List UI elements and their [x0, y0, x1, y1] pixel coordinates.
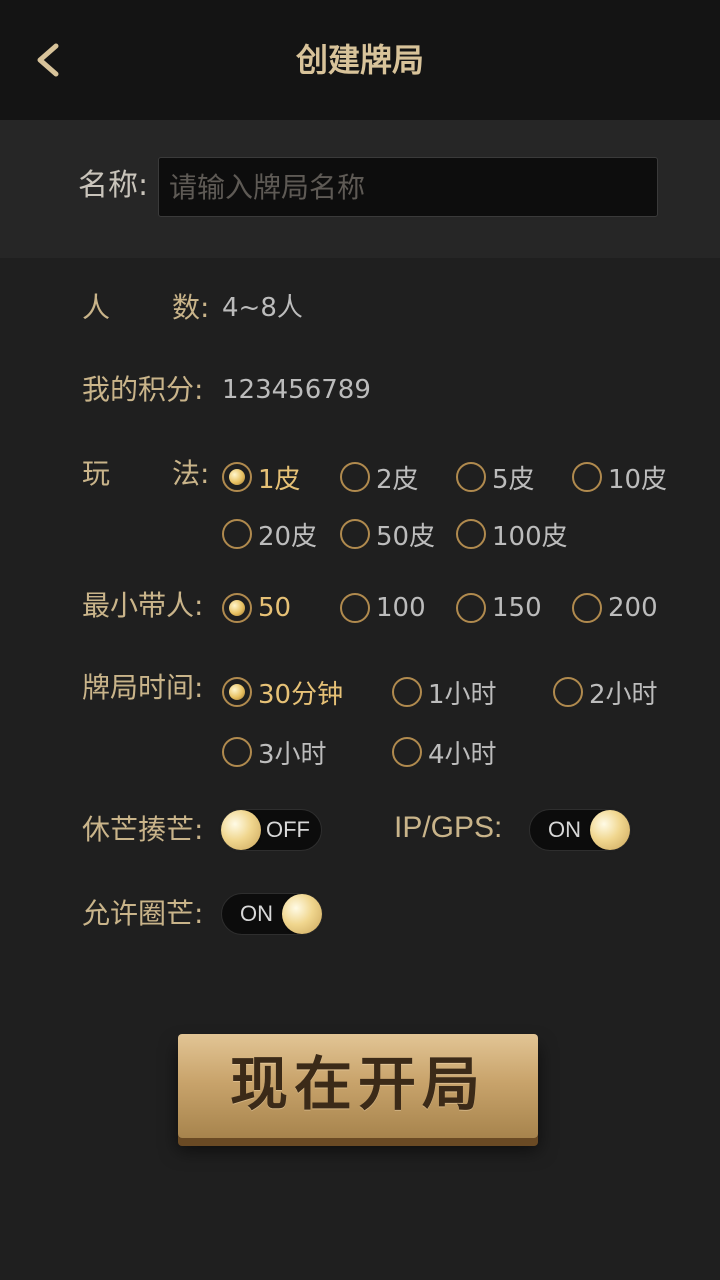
min-carry-option[interactable]: 200	[572, 588, 658, 628]
toggle-knob	[590, 810, 630, 850]
radio-selected-icon	[222, 462, 252, 492]
play-option[interactable]: 20皮	[222, 514, 317, 554]
play-option-label: 1皮	[258, 464, 301, 495]
duration-option[interactable]: 4小时	[392, 732, 497, 772]
radio-icon	[572, 462, 602, 492]
duration-option[interactable]: 3小时	[222, 732, 327, 772]
duration-option[interactable]: 1小时	[392, 672, 497, 712]
toggle-state: OFF	[266, 817, 310, 842]
toggle-state: ON	[240, 901, 273, 926]
play-option-label: 50皮	[376, 521, 436, 552]
duration-option-label: 1小时	[428, 679, 497, 710]
toggle-knob	[221, 810, 261, 850]
min-carry-option-label: 100	[376, 593, 426, 623]
radio-selected-icon	[222, 593, 252, 623]
chevron-left-icon	[37, 43, 59, 77]
toggle-knob	[282, 894, 322, 934]
min-carry-option[interactable]: 50	[222, 588, 291, 628]
play-option-label: 2皮	[376, 464, 419, 495]
duration-option[interactable]: 2小时	[553, 672, 658, 712]
radio-icon	[553, 677, 583, 707]
play-option[interactable]: 5皮	[456, 457, 535, 497]
play-option[interactable]: 50皮	[340, 514, 435, 554]
min-carry-option-label: 50	[258, 593, 292, 623]
play-option-label: 10皮	[608, 464, 668, 495]
play-option[interactable]: 2皮	[340, 457, 419, 497]
duration-option-label: 2小时	[589, 679, 658, 710]
radio-icon	[392, 677, 422, 707]
name-label: 名称:	[78, 168, 149, 203]
play-option-label: 5皮	[492, 464, 535, 495]
radio-icon	[456, 462, 486, 492]
radio-icon	[222, 519, 252, 549]
circle-toggle-label: 允许圈芒:	[82, 897, 204, 930]
min-carry-option-label: 150	[492, 593, 542, 623]
radio-icon	[340, 462, 370, 492]
start-game-button[interactable]: 现在开局	[178, 1034, 538, 1138]
duration-option-label: 4小时	[428, 739, 497, 770]
circle-toggle[interactable]: ON	[221, 893, 323, 935]
radio-icon	[222, 737, 252, 767]
header-bar: 创建牌局	[0, 0, 720, 120]
radio-selected-icon	[222, 677, 252, 707]
min-carry-label: 最小带人:	[82, 589, 204, 622]
play-option-label: 100皮	[492, 521, 568, 552]
room-name-input[interactable]	[158, 157, 658, 217]
duration-option-label: 30分钟	[258, 679, 344, 710]
duration-option[interactable]: 30分钟	[222, 672, 343, 712]
play-label-a: 玩	[82, 457, 111, 490]
score-value: 123456789	[222, 375, 371, 405]
min-carry-option[interactable]: 100	[340, 588, 426, 628]
radio-icon	[456, 593, 486, 623]
radio-icon	[572, 593, 602, 623]
radio-icon	[456, 519, 486, 549]
rest-toggle[interactable]: OFF	[220, 809, 322, 851]
toggle-state: ON	[548, 817, 581, 842]
radio-icon	[392, 737, 422, 767]
min-carry-option[interactable]: 150	[456, 588, 542, 628]
ipgps-toggle-label: IP/GPS:	[394, 811, 503, 844]
radio-icon	[340, 519, 370, 549]
players-label-a: 人	[82, 291, 111, 324]
play-option[interactable]: 1皮	[222, 457, 301, 497]
page-title: 创建牌局	[295, 41, 424, 79]
play-option[interactable]: 100皮	[456, 514, 568, 554]
play-label-b: 法:	[172, 457, 210, 490]
play-option-label: 20皮	[258, 521, 318, 552]
min-carry-option-label: 200	[608, 593, 658, 623]
players-value: 4~8人	[222, 293, 303, 323]
score-label: 我的积分:	[82, 373, 204, 406]
back-button[interactable]	[30, 40, 70, 80]
ipgps-toggle[interactable]: ON	[529, 809, 631, 851]
play-option[interactable]: 10皮	[572, 457, 667, 497]
players-label-b: 数:	[172, 291, 210, 324]
rest-toggle-label: 休芒揍芒:	[82, 813, 204, 846]
duration-option-label: 3小时	[258, 739, 327, 770]
radio-icon	[340, 593, 370, 623]
duration-label: 牌局时间:	[82, 671, 204, 704]
